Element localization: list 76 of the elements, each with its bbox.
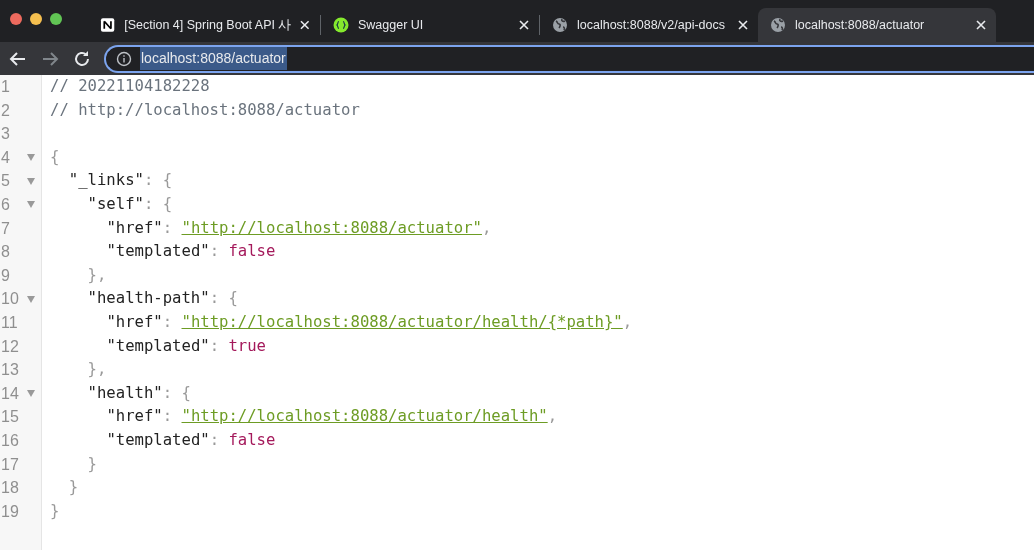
address-bar[interactable]: localhost:8088/actuator bbox=[104, 44, 1034, 73]
minimize-window-button[interactable] bbox=[30, 13, 42, 25]
line-number: 14 bbox=[1, 383, 20, 404]
browser-tab[interactable]: [Section 4] Spring Boot API 사 bbox=[88, 8, 320, 42]
code-punctuation: } bbox=[50, 501, 60, 520]
code-punctuation: : { bbox=[162, 383, 191, 402]
line-number: 7 bbox=[1, 218, 11, 239]
line-number: 1 bbox=[1, 77, 11, 97]
code-punctuation: : { bbox=[143, 194, 173, 213]
json-key: "health" bbox=[87, 383, 163, 402]
maximize-window-button[interactable] bbox=[50, 13, 62, 25]
line-number: 19 bbox=[1, 501, 20, 522]
close-window-button[interactable] bbox=[10, 13, 22, 25]
fold-arrow-icon[interactable] bbox=[27, 201, 35, 209]
line-number: 17 bbox=[1, 454, 20, 475]
info-icon[interactable] bbox=[116, 50, 132, 67]
code-punctuation: } bbox=[87, 454, 97, 473]
globe-icon bbox=[770, 17, 786, 33]
boolean-value: false bbox=[228, 242, 276, 261]
json-key: "health-path" bbox=[87, 289, 210, 308]
line-number: 5 bbox=[1, 171, 11, 192]
fold-arrow-icon[interactable] bbox=[27, 295, 35, 303]
code-punctuation: { bbox=[50, 147, 60, 166]
json-key: "templated" bbox=[106, 430, 210, 449]
line-number: 13 bbox=[1, 360, 20, 381]
boolean-value: false bbox=[228, 430, 276, 449]
json-key: "href" bbox=[106, 312, 163, 331]
browser-tab[interactable]: Swagger UI bbox=[321, 8, 539, 42]
browser-tab[interactable]: localhost:8088/actuator bbox=[758, 8, 996, 42]
json-key: "self" bbox=[87, 194, 144, 213]
line-number: 4 bbox=[1, 147, 11, 168]
json-key: "href" bbox=[106, 407, 163, 426]
line-number: 15 bbox=[1, 407, 20, 428]
close-icon[interactable] bbox=[300, 20, 310, 30]
browser-tab[interactable]: localhost:8088/v2/api-docs bbox=[540, 8, 758, 42]
line-number: 18 bbox=[1, 478, 20, 499]
code-punctuation: : bbox=[162, 218, 174, 237]
code-punctuation: : bbox=[209, 336, 221, 355]
line-number: 6 bbox=[1, 194, 11, 215]
line-number: 3 bbox=[1, 124, 11, 145]
line-number: 10 bbox=[1, 289, 20, 310]
json-key: "templated" bbox=[106, 336, 210, 355]
code-comment: // 20221104182228 bbox=[50, 77, 210, 95]
swagger-logo-icon bbox=[333, 17, 349, 33]
boolean-value: true bbox=[228, 336, 266, 355]
code-punctuation: : bbox=[209, 242, 221, 261]
globe-icon bbox=[552, 17, 568, 33]
notion-logo-icon bbox=[100, 17, 116, 33]
line-number: 11 bbox=[1, 312, 19, 333]
fold-arrow-icon[interactable] bbox=[27, 390, 35, 397]
fold-arrow-icon[interactable] bbox=[27, 177, 35, 185]
code-punctuation: }, bbox=[87, 360, 107, 379]
code-punctuation: : { bbox=[209, 289, 238, 308]
code-punctuation: : bbox=[162, 407, 174, 426]
fold-arrow-icon[interactable] bbox=[27, 154, 35, 162]
code-punctuation: } bbox=[68, 478, 79, 497]
close-icon[interactable] bbox=[976, 20, 986, 30]
code-punctuation: , bbox=[622, 312, 633, 331]
line-number: 16 bbox=[1, 430, 20, 451]
json-key: "_links" bbox=[68, 171, 144, 190]
line-number: 2 bbox=[1, 100, 11, 121]
code-punctuation: : { bbox=[143, 171, 173, 190]
code-punctuation: : bbox=[209, 430, 221, 449]
line-number: 9 bbox=[1, 265, 11, 286]
json-key: "href" bbox=[106, 218, 163, 237]
json-key: "templated" bbox=[106, 242, 210, 261]
line-number: 8 bbox=[1, 242, 11, 263]
code-comment: // http://localhost:8088/actuator bbox=[50, 100, 360, 119]
line-number: 12 bbox=[1, 336, 20, 357]
code-punctuation: , bbox=[481, 218, 492, 237]
close-icon[interactable] bbox=[738, 20, 748, 30]
code-punctuation: : bbox=[162, 312, 174, 331]
url-text: localhost:8088/actuator bbox=[140, 47, 287, 70]
code-punctuation: , bbox=[547, 407, 558, 426]
close-icon[interactable] bbox=[519, 20, 529, 30]
code-punctuation: }, bbox=[87, 265, 107, 284]
